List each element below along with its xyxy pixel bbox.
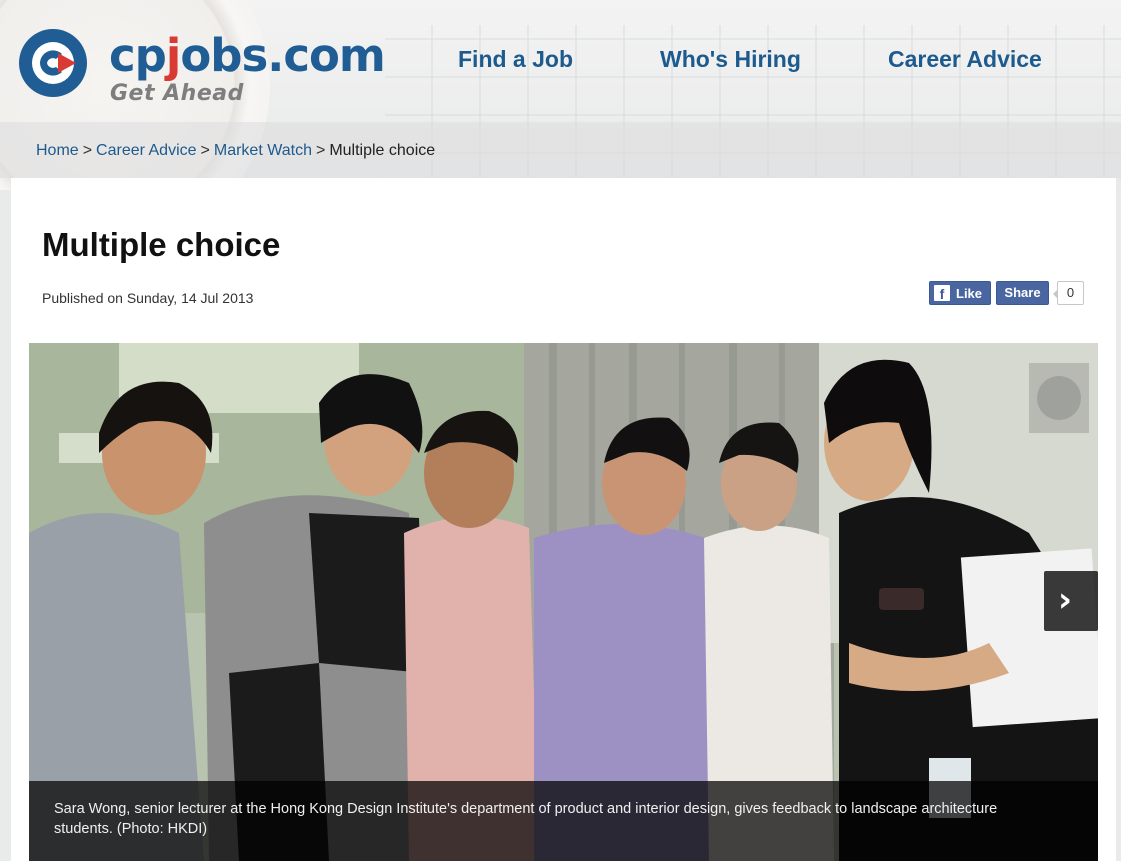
breadcrumb-home[interactable]: Home (36, 142, 79, 159)
facebook-like-button[interactable]: f Like (929, 281, 991, 305)
photo-caption-text: Sara Wong, senior lecturer at the Hong K… (54, 801, 998, 837)
facebook-icon: f (934, 285, 950, 302)
breadcrumb-separator: > (200, 142, 210, 159)
like-label: Like (956, 286, 983, 301)
chevron-right-icon: › (1058, 580, 1073, 620)
breadcrumb: Home > Career Advice > Market Watch > Multiple… (36, 142, 435, 160)
nav-find-a-job[interactable]: Find a Job (458, 46, 573, 73)
nav-whos-hiring[interactable]: Who's Hiring (660, 46, 801, 73)
breadcrumb-market-watch[interactable]: Market Watch (214, 142, 312, 159)
article-photo: › Sara Wong, senior lecturer at the Hong… (29, 343, 1098, 861)
facebook-share-button[interactable]: Share (996, 281, 1049, 305)
slideshow-next-button[interactable]: › (1044, 571, 1098, 631)
nav-career-advice[interactable]: Career Advice (888, 46, 1042, 73)
photo-caption: Sara Wong, senior lecturer at the Hong K… (29, 781, 1098, 861)
facebook-social-bar: f Like Share 0 (929, 281, 1089, 307)
main-nav: Find a Job Who's Hiring Career Advice (0, 46, 1121, 78)
breadcrumb-separator: > (315, 142, 326, 159)
logo-tagline: Get Ahead (110, 81, 244, 106)
publish-date: Published on Sunday, 14 Jul 2013 (42, 290, 254, 306)
article-title: Multiple choice (42, 226, 281, 263)
breadcrumb-current: Multiple choice (329, 142, 436, 159)
share-count: 0 (1053, 281, 1084, 305)
breadcrumb-separator: > (82, 142, 93, 159)
breadcrumb-career-advice[interactable]: Career Advice (96, 142, 197, 159)
